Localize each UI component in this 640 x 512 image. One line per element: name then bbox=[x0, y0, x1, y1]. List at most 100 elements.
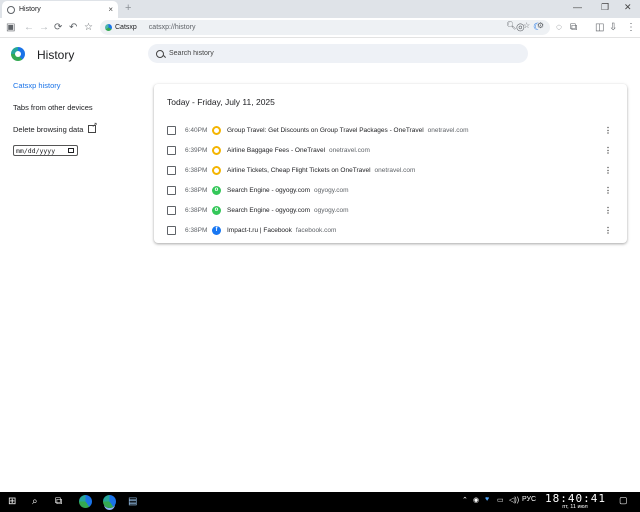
sidebar-item-tabs-other-devices[interactable]: Tabs from other devices bbox=[13, 103, 93, 112]
row-checkbox[interactable] bbox=[167, 165, 176, 175]
row-domain: onetravel.com bbox=[374, 166, 416, 174]
page-title: History bbox=[37, 48, 75, 62]
row-link[interactable]: Airline Baggage Fees - OneTravel onetrave… bbox=[227, 147, 370, 154]
undo-icon[interactable]: ↶ bbox=[69, 21, 77, 35]
more-actions-icon[interactable]: ⋮ bbox=[604, 186, 612, 195]
row-domain: onetravel.com bbox=[329, 146, 370, 154]
tab-close-button[interactable]: × bbox=[108, 5, 113, 14]
row-title[interactable]: Impact-t.ru | Facebook bbox=[227, 227, 292, 234]
more-actions-icon[interactable]: ⋮ bbox=[604, 166, 612, 175]
close-window-button[interactable]: ✕ bbox=[624, 2, 632, 13]
external-link-icon bbox=[88, 121, 97, 133]
more-actions-icon[interactable]: ⋮ bbox=[604, 206, 612, 215]
row-checkbox[interactable] bbox=[167, 145, 176, 155]
tray-chevron-icon[interactable]: ⌃ bbox=[462, 496, 468, 504]
back-button-icon[interactable]: ← bbox=[24, 21, 34, 35]
row-checkbox[interactable] bbox=[167, 225, 176, 235]
history-row[interactable]: 6:39PM Airline Baggage Fees - OneTravel o… bbox=[154, 140, 627, 160]
search-history-bar[interactable] bbox=[148, 44, 528, 63]
history-row[interactable]: 6:38PM o Search Engine - ogyogy.com ogyog… bbox=[154, 200, 627, 220]
delete-browsing-data-label: Delete browsing data bbox=[13, 125, 84, 134]
history-row[interactable]: 6:38PM f Impact-t.ru | Facebook facebook.… bbox=[154, 220, 627, 240]
row-checkbox[interactable] bbox=[167, 205, 176, 215]
row-title[interactable]: Group Travel: Get Discounts on Group Tra… bbox=[227, 127, 424, 134]
split-view-icon[interactable]: ◫ bbox=[595, 21, 604, 35]
bookmark-star-icon[interactable]: ☆ bbox=[84, 21, 93, 35]
screenshot-icon[interactable]: ⧉ bbox=[570, 21, 577, 35]
row-domain: ogyogy.com bbox=[313, 206, 349, 214]
history-icon bbox=[7, 5, 15, 14]
volume-icon[interactable]: ◁)) bbox=[509, 496, 519, 504]
taskbar: ⊞ ⌕ ⧉ ▤ ⌃ ◉ ♥ ▭ ◁)) РУС 18:40:41 пт, 11 … bbox=[0, 492, 640, 512]
row-time: 6:40PM bbox=[185, 126, 208, 134]
site-chip[interactable]: Catsxp bbox=[105, 24, 137, 31]
notepad-icon[interactable]: ▤ bbox=[128, 495, 137, 509]
catsxp-taskbar-icon[interactable] bbox=[79, 495, 92, 508]
sidebar-panel-icon[interactable]: ▣ bbox=[6, 21, 15, 35]
dark-mode-icon[interactable]: ☾ bbox=[533, 21, 542, 35]
minimize-button[interactable]: — bbox=[573, 2, 582, 12]
history-row[interactable]: 6:38PM o Search Engine - ogyogy.com ogyog… bbox=[154, 180, 627, 200]
maximize-button[interactable]: ❐ bbox=[601, 2, 609, 13]
row-time: 6:38PM bbox=[185, 226, 208, 234]
catsxp-active-taskbar-icon[interactable] bbox=[103, 495, 116, 508]
clock-date: пт, 11 июл bbox=[562, 504, 588, 510]
row-title[interactable]: Airline Tickets, Cheap Flight Tickets on… bbox=[227, 167, 371, 174]
chat-icon[interactable]: ◌ bbox=[556, 21, 562, 35]
search-icon[interactable]: ⌕ bbox=[32, 495, 38, 509]
row-time: 6:38PM bbox=[185, 186, 208, 194]
history-row[interactable]: 6:40PM Group Travel: Get Discounts on Gr… bbox=[154, 120, 627, 140]
row-link[interactable]: Impact-t.ru | Facebook facebook.com bbox=[227, 227, 336, 234]
catsxp-logo-icon bbox=[11, 47, 25, 61]
search-icon bbox=[156, 49, 164, 58]
reload-icon[interactable]: ⟳ bbox=[54, 21, 62, 35]
history-row[interactable]: 6:38PM Airline Tickets, Cheap Flight Tic… bbox=[154, 160, 627, 180]
download-icon[interactable]: ⇩ bbox=[609, 21, 617, 35]
date-input-text: mm/dd/yyyy bbox=[16, 146, 56, 155]
more-actions-icon[interactable]: ⋮ bbox=[604, 126, 612, 135]
row-link[interactable]: Search Engine - ogyogy.com ogyogy.com bbox=[227, 207, 349, 214]
row-title[interactable]: Search Engine - ogyogy.com bbox=[227, 187, 310, 194]
forward-button-icon[interactable]: → bbox=[39, 21, 49, 35]
catsxp-logo-icon bbox=[105, 24, 112, 31]
browser-toolbar: ▣ ← → ⟳ ↶ ☆ Catsxp catsxp://history 🔍︎ ☆… bbox=[0, 18, 640, 38]
calendar-icon[interactable] bbox=[68, 148, 74, 153]
ogyogy-icon: o bbox=[212, 205, 221, 215]
tab-history[interactable]: History × bbox=[2, 1, 118, 18]
history-card: Today - Friday, July 11, 2025 6:40PM Gro… bbox=[154, 84, 627, 243]
clock[interactable]: 18:40:41 пт, 11 июл bbox=[545, 493, 605, 511]
row-checkbox[interactable] bbox=[167, 185, 176, 195]
start-windows-icon[interactable]: ⊞ bbox=[8, 495, 16, 509]
address-bar[interactable]: Catsxp catsxp://history 🔍︎ ☆ ⚙ bbox=[100, 20, 550, 35]
new-tab-button[interactable]: + bbox=[125, 2, 131, 14]
row-title[interactable]: Search Engine - ogyogy.com bbox=[227, 207, 310, 214]
task-view-icon[interactable]: ⧉ bbox=[55, 495, 62, 509]
tab-title: History bbox=[19, 6, 41, 13]
more-actions-icon[interactable]: ⋮ bbox=[604, 146, 612, 155]
sidebar-item-delete-browsing-data[interactable]: Delete browsing data bbox=[13, 121, 97, 134]
row-link[interactable]: Group Travel: Get Discounts on Group Tra… bbox=[227, 127, 468, 134]
onetravel-icon bbox=[212, 145, 221, 155]
sidebar-item-catsxp-history[interactable]: Catsxp history bbox=[13, 81, 61, 90]
row-title[interactable]: Airline Baggage Fees - OneTravel bbox=[227, 147, 325, 154]
url-text[interactable]: catsxp://history bbox=[149, 24, 196, 31]
more-actions-icon[interactable]: ⋮ bbox=[604, 226, 612, 235]
zoom-icon[interactable]: 🔍︎ bbox=[506, 21, 516, 30]
vpn-icon[interactable]: ♥ bbox=[485, 496, 489, 503]
search-input[interactable] bbox=[169, 50, 509, 57]
row-link[interactable]: Search Engine - ogyogy.com ogyogy.com bbox=[227, 187, 349, 194]
notifications-icon[interactable]: ▢ bbox=[619, 495, 628, 506]
history-date-heading: Today - Friday, July 11, 2025 bbox=[167, 97, 275, 107]
title-bar: History × + — ❐ ✕ bbox=[0, 0, 640, 18]
row-checkbox[interactable] bbox=[167, 125, 176, 135]
tray-app-icon[interactable]: ◉ bbox=[473, 496, 479, 504]
menu-icon[interactable]: ⋮ bbox=[626, 21, 636, 35]
onetravel-icon bbox=[212, 125, 221, 135]
extension-icon[interactable]: ◎ bbox=[516, 21, 525, 35]
network-icon[interactable]: ▭ bbox=[497, 496, 504, 504]
row-link[interactable]: Airline Tickets, Cheap Flight Tickets on… bbox=[227, 167, 415, 174]
row-time: 6:38PM bbox=[185, 166, 208, 174]
language-indicator[interactable]: РУС bbox=[522, 496, 536, 503]
date-input[interactable]: mm/dd/yyyy bbox=[13, 145, 78, 156]
row-domain: facebook.com bbox=[295, 226, 337, 234]
